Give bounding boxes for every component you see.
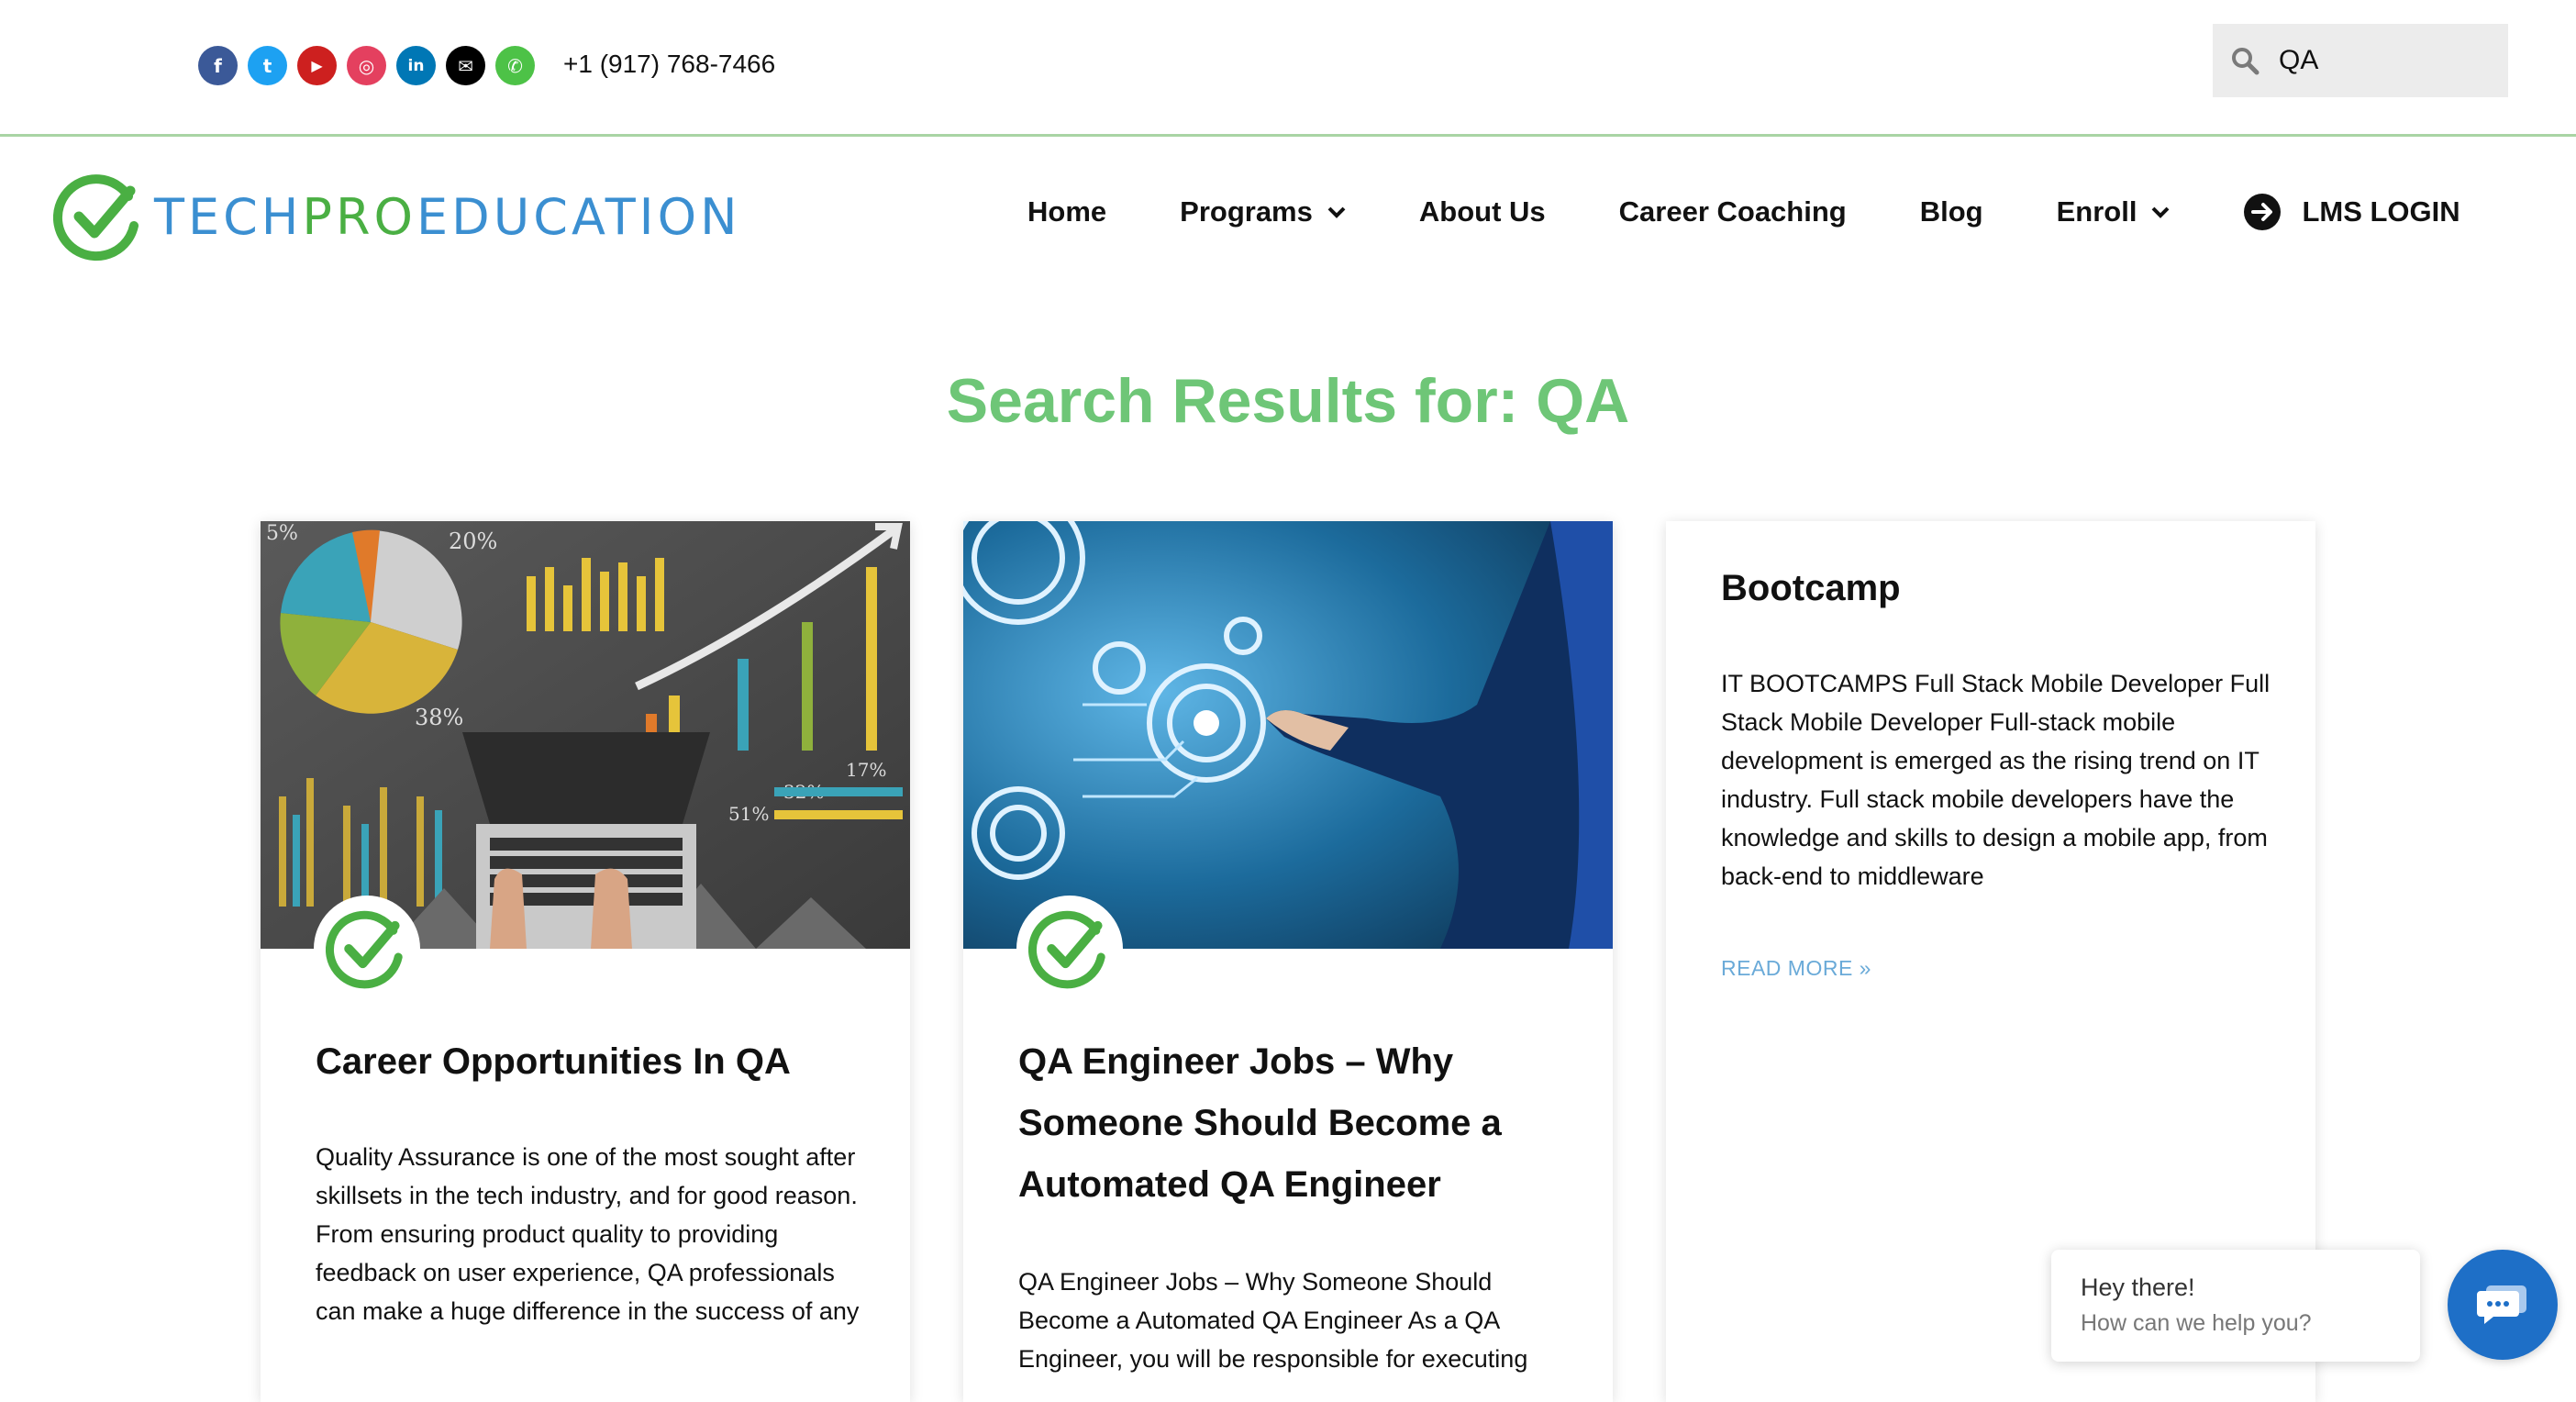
logo-wordmark: TECHPROEDUCATION — [154, 188, 741, 246]
logo-part-tech: TECH — [154, 187, 303, 246]
logo-part-education: EDUCATION — [416, 187, 741, 246]
arrow-circle-right-icon — [2244, 194, 2282, 230]
nav-blog-label: Blog — [1919, 195, 1983, 228]
post-thumbnail[interactable] — [963, 521, 1613, 949]
phone-number[interactable]: +1 (917) 768-7466 — [563, 50, 775, 79]
nav-career-coaching[interactable]: Career Coaching — [1619, 195, 1847, 228]
facebook-icon[interactable]: f — [198, 46, 238, 85]
search-icon[interactable] — [2213, 46, 2277, 75]
site-logo[interactable]: TECHPROEDUCATION — [53, 171, 741, 262]
chart-label: 5% — [266, 522, 298, 545]
chevron-down-icon — [2152, 206, 2170, 218]
linkedin-icon[interactable]: in — [396, 46, 436, 85]
nav-home[interactable]: Home — [1027, 195, 1106, 228]
post-excerpt: QA Engineer Jobs – Why Someone Should Be… — [1018, 1268, 1528, 1373]
nav-about-label: About Us — [1418, 195, 1546, 228]
result-card[interactable]: 5% 20% 38% 17% 32% 51% Caree — [261, 521, 910, 1402]
lms-login-label: LMS LOGIN — [2302, 195, 2460, 228]
social-links: f t ▶ ◎ in ✉ ✆ — [198, 46, 535, 85]
chart-label: 17% — [846, 759, 886, 781]
search-box[interactable] — [2213, 24, 2508, 97]
chat-greeting-popup[interactable]: Hey there! How can we help you? — [2051, 1250, 2420, 1362]
email-icon[interactable]: ✉ — [446, 46, 485, 85]
author-avatar — [1016, 896, 1123, 1002]
tech-gears-image — [963, 521, 1613, 949]
nav-blog[interactable]: Blog — [1920, 195, 1983, 228]
nav-programs-label: Programs — [1180, 195, 1313, 228]
youtube-icon[interactable]: ▶ — [297, 46, 337, 85]
chart-label: 38% — [415, 705, 463, 730]
brand-check-icon — [1028, 910, 1105, 989]
post-thumbnail[interactable]: 5% 20% 38% 17% 32% 51% — [261, 521, 910, 949]
chat-launcher-button[interactable] — [2448, 1250, 2558, 1360]
chart-label: 51% — [728, 803, 769, 825]
logo-part-pro: PRO — [302, 187, 417, 246]
twitter-icon[interactable]: t — [248, 46, 287, 85]
chat-icon — [2477, 1285, 2526, 1324]
post-title[interactable]: Bootcamp — [1721, 558, 1901, 619]
post-title[interactable]: Career Opportunities In QA — [316, 1031, 866, 1093]
read-more-link[interactable]: READ MORE » — [1721, 956, 1871, 981]
nav-coaching-label: Career Coaching — [1618, 195, 1847, 228]
post-excerpt: IT BOOTCAMPS Full Stack Mobile Developer… — [1721, 670, 2271, 890]
brand-check-icon — [326, 910, 403, 989]
search-input[interactable] — [2277, 44, 2492, 77]
top-bar: f t ▶ ◎ in ✉ ✆ +1 (917) 768-7466 — [0, 0, 2576, 137]
nav-about[interactable]: About Us — [1419, 195, 1546, 228]
instagram-icon[interactable]: ◎ — [347, 46, 386, 85]
chart-label: 20% — [449, 529, 497, 554]
chevron-down-icon — [1327, 206, 1346, 218]
chart-laptop-image: 5% 20% 38% 17% 32% 51% — [261, 521, 910, 949]
result-card[interactable]: QA Engineer Jobs – Why Someone Should Be… — [963, 521, 1613, 1402]
page-title: Search Results for: QA — [946, 366, 1630, 436]
whatsapp-icon[interactable]: ✆ — [495, 46, 535, 85]
nav-enroll-label: Enroll — [2056, 195, 2137, 228]
post-excerpt: Quality Assurance is one of the most sou… — [316, 1143, 860, 1325]
nav-home-label: Home — [1027, 195, 1107, 228]
chat-prompt: How can we help you? — [2081, 1310, 2312, 1336]
chat-greeting: Hey there! — [2081, 1274, 2195, 1301]
main-navigation: Home Programs About Us Career Coaching B… — [1027, 193, 2460, 231]
logo-check-icon — [53, 174, 139, 261]
nav-programs[interactable]: Programs — [1180, 195, 1346, 228]
nav-enroll[interactable]: Enroll — [2057, 195, 2171, 228]
lms-login-button[interactable]: LMS LOGIN — [2243, 193, 2460, 231]
author-avatar — [314, 896, 420, 1002]
post-title[interactable]: QA Engineer Jobs – Why Someone Should Be… — [1018, 1031, 1569, 1216]
